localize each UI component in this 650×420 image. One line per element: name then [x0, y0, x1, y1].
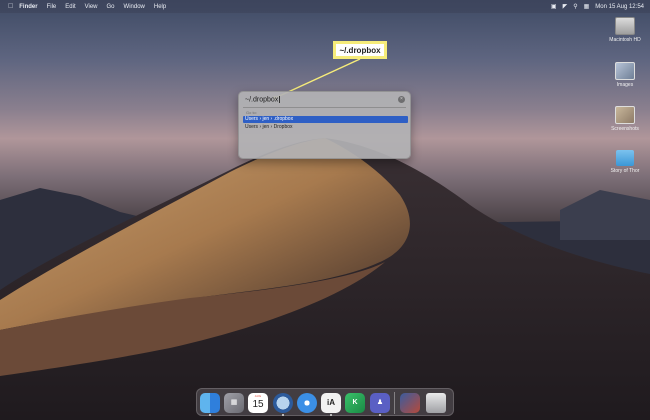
launchpad-icon[interactable]: ▦: [224, 393, 244, 413]
downloads-stack-icon[interactable]: [400, 393, 420, 413]
safari-icon[interactable]: [297, 393, 317, 413]
calendar-day: 15: [252, 399, 264, 410]
teams-icon[interactable]: ♟: [370, 393, 390, 413]
go-to-folder-dialog: ~/.dropbox × Go to: Users › jen › .dropb…: [238, 91, 411, 159]
path-input[interactable]: ~/.dropbox: [245, 95, 405, 105]
running-indicator: [209, 414, 211, 416]
trash-icon[interactable]: [426, 393, 446, 413]
section-label: Go to:: [246, 110, 257, 115]
ia-writer-glyph: iA: [327, 398, 335, 407]
callout-text: ~/.dropbox: [339, 45, 381, 55]
kiwi-glyph: K: [352, 399, 358, 406]
ia-writer-icon[interactable]: iA: [321, 393, 341, 413]
running-indicator: [330, 414, 332, 416]
running-indicator: [379, 414, 381, 416]
callout-pointer-line: [273, 58, 361, 100]
path-suggestion-row[interactable]: Users › jen › Dropbox: [243, 124, 408, 131]
clear-icon[interactable]: ×: [398, 96, 405, 103]
path-suggestion-text: Users › jen › Dropbox: [245, 124, 293, 130]
callout-label: ~/.dropbox: [333, 41, 387, 59]
calendar-month: AUG: [254, 394, 262, 398]
kiwi-icon[interactable]: K: [345, 393, 365, 413]
dock: ▦ AUG 15 iA K ♟: [196, 388, 454, 416]
calendar-icon[interactable]: AUG 15: [248, 393, 268, 413]
dock-separator: [394, 392, 395, 414]
finder-icon[interactable]: [200, 393, 220, 413]
path-suggestion-text: Users › jen › .dropbox: [245, 116, 294, 122]
running-indicator: [282, 414, 284, 416]
path-input-value: ~/.dropbox: [245, 96, 279, 104]
path-suggestion-row[interactable]: Users › jen › .dropbox: [243, 116, 408, 123]
dialog-divider: [243, 107, 406, 108]
text-caret: [279, 96, 281, 103]
thunderbird-icon[interactable]: [273, 393, 293, 413]
